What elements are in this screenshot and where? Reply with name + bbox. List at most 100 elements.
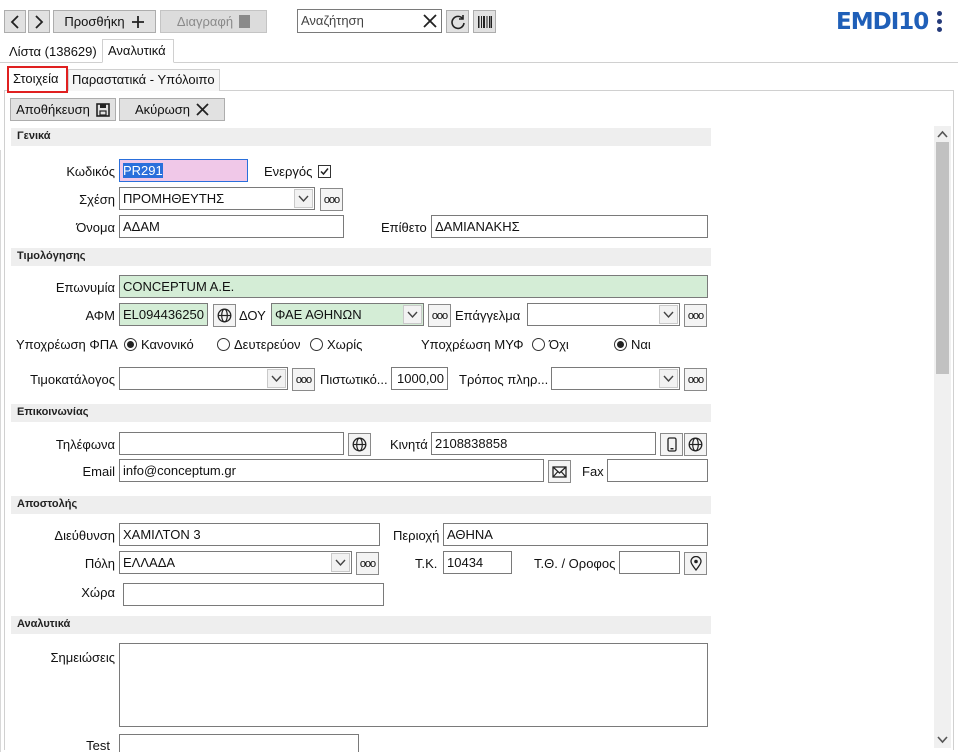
radio-dot	[614, 338, 627, 351]
logo-text: EMDI10	[836, 9, 929, 35]
phones-lookup-button[interactable]	[348, 433, 371, 456]
profession-more-button[interactable]: ooo	[684, 304, 707, 327]
vat-value: EL094436250	[123, 307, 204, 322]
po-floor-field[interactable]	[619, 551, 680, 574]
chevron-down-icon	[659, 369, 678, 388]
area-value: ΑΘΗΝΑ	[447, 527, 493, 542]
relation-more-button[interactable]: ooo	[320, 188, 343, 211]
search-input[interactable]: Αναζήτηση	[297, 9, 442, 33]
profession-select[interactable]	[527, 303, 680, 326]
save-button[interactable]: Αποθήκευση	[10, 98, 116, 121]
globe-icon	[352, 437, 367, 452]
check-icon	[320, 168, 329, 176]
tab-documents[interactable]: Παραστατικά - Υπόλοιπο	[68, 69, 220, 91]
delete-button[interactable]: Διαγραφή	[160, 10, 267, 33]
vat-normal-label: Κανονικό	[141, 337, 194, 352]
price-list-more-button[interactable]: ooo	[292, 368, 315, 391]
company-name-field[interactable]: CONCEPTUM A.E.	[119, 275, 708, 298]
relation-select[interactable]: ΠΡΟΜΗΘΕΥΤΗΣ	[119, 187, 315, 210]
emdi-logo: EMDI10	[836, 9, 929, 35]
map-pin-icon	[689, 556, 702, 571]
mobile-call-button[interactable]	[660, 433, 683, 456]
payment-select[interactable]	[551, 367, 680, 390]
myf-no-radio[interactable]: Όχι	[532, 337, 569, 352]
refresh-button[interactable]	[446, 10, 469, 33]
phone-icon	[666, 437, 677, 452]
active-checkbox[interactable]	[318, 165, 331, 178]
tax-office-value: ΦΑΕ ΑΘΗΝΩΝ	[275, 307, 362, 322]
save-label: Αποθήκευση	[16, 102, 90, 117]
notes-textarea[interactable]	[119, 643, 708, 727]
tab-info[interactable]: Στοιχεία	[7, 66, 68, 93]
postal-field[interactable]: 10434	[443, 551, 512, 574]
more-menu-icon[interactable]	[934, 10, 944, 34]
section-shipping-label: Αποστολής	[17, 498, 78, 510]
email-label: Email	[82, 464, 115, 479]
country-field[interactable]	[123, 583, 384, 606]
plus-icon	[131, 15, 144, 28]
myf-yes-label: Ναι	[631, 337, 651, 352]
scroll-up-icon[interactable]	[934, 128, 951, 142]
scroll-down-icon[interactable]	[934, 732, 951, 746]
first-name-field[interactable]: ΑΔΑΜ	[119, 215, 344, 238]
map-location-button[interactable]	[684, 552, 707, 575]
test-field[interactable]	[119, 734, 359, 752]
radio-dot	[310, 338, 323, 351]
barcode-button[interactable]	[473, 10, 496, 33]
first-name-value: ΑΔΑΜ	[123, 219, 160, 234]
code-field[interactable]: PR291	[119, 159, 248, 182]
last-name-field[interactable]: ΔΑΜΙΑΝΑΚΗΣ	[431, 215, 708, 238]
mobile-label: Κινητά	[390, 437, 428, 452]
mobile-field[interactable]: 2108838858	[431, 432, 656, 455]
tax-office-select[interactable]: ΦΑΕ ΑΘΗΝΩΝ	[271, 303, 424, 326]
tab-list[interactable]: Λίστα (138629)	[9, 44, 97, 59]
credit-field[interactable]: 1000,00	[391, 367, 448, 390]
tab-details-label: Αναλυτικά	[108, 43, 166, 58]
city-select[interactable]: ΕΛΛΑΔΑ	[119, 551, 352, 574]
vat-field[interactable]: EL094436250	[119, 303, 208, 326]
city-more-button[interactable]: ooo	[356, 552, 379, 575]
chevron-down-icon	[267, 369, 286, 388]
price-list-label: Τιμοκατάλογος	[30, 372, 115, 387]
forward-button[interactable]	[28, 10, 50, 33]
cancel-button[interactable]: Ακύρωση	[119, 98, 225, 121]
address-field[interactable]: ΧΑΜΙΛΤΟΝ 3	[119, 523, 380, 546]
chevron-left-icon	[10, 14, 19, 29]
email-field[interactable]: info@conceptum.gr	[119, 459, 544, 482]
payment-more-button[interactable]: ooo	[684, 368, 707, 391]
area-label: Περιοχή	[393, 528, 440, 543]
vat-lookup-button[interactable]	[213, 304, 236, 327]
price-list-select[interactable]	[119, 367, 288, 390]
add-button[interactable]: Προσθήκη	[53, 10, 156, 33]
section-contact-label: Επικοινωνίας	[17, 406, 89, 418]
refresh-icon	[450, 14, 465, 29]
close-icon	[196, 103, 209, 116]
myf-yes-radio[interactable]: Ναι	[614, 337, 651, 352]
fax-label: Fax	[582, 464, 604, 479]
myf-obligation-label: Υποχρέωση ΜΥΦ	[421, 337, 524, 352]
scroll-thumb[interactable]	[936, 142, 949, 374]
tab-details[interactable]: Αναλυτικά	[102, 39, 174, 63]
vat-secondary-radio[interactable]: Δευτερεύον	[217, 337, 301, 352]
active-label: Ενεργός	[264, 164, 313, 179]
send-email-button[interactable]	[548, 460, 571, 483]
search-placeholder: Αναζήτηση	[301, 13, 364, 28]
vertical-scrollbar[interactable]	[934, 126, 951, 748]
mobile-lookup-button[interactable]	[684, 433, 707, 456]
tax-office-more-button[interactable]: ooo	[428, 304, 451, 327]
floppy-icon	[96, 102, 110, 117]
fax-field[interactable]	[607, 459, 708, 482]
delete-label: Διαγραφή	[176, 14, 234, 29]
phones-field[interactable]	[119, 432, 344, 455]
area-field[interactable]: ΑΘΗΝΑ	[443, 523, 708, 546]
ellipsis-icon: ooo	[359, 557, 376, 570]
vat-normal-radio[interactable]: Κανονικό	[124, 337, 194, 352]
vat-none-radio[interactable]: Χωρίς	[310, 337, 362, 352]
left-edge-line	[0, 150, 1, 752]
postal-value: 10434	[447, 555, 484, 570]
back-button[interactable]	[4, 10, 26, 33]
notes-label: Σημειώσεις	[50, 650, 115, 665]
globe-icon	[217, 308, 232, 323]
mail-icon	[552, 465, 567, 478]
clear-icon[interactable]	[423, 14, 437, 28]
